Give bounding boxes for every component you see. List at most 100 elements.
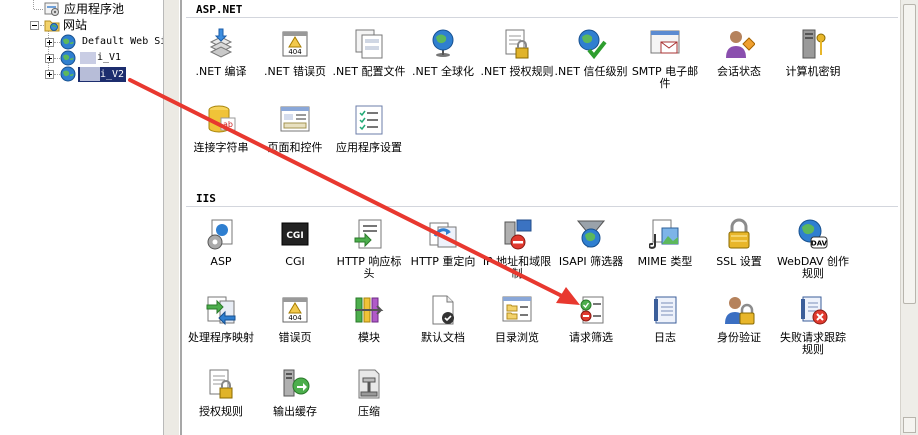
handler-mappings-icon bbox=[206, 296, 236, 326]
svg-text:404: 404 bbox=[288, 48, 302, 56]
trust-levels-icon bbox=[578, 29, 607, 60]
feature-webdav-authoring-rules[interactable]: DAV WebDAV 创作规则 bbox=[776, 218, 850, 288]
feature-ssl-settings[interactable]: SSL 设置 bbox=[702, 218, 776, 288]
profile-icon bbox=[355, 29, 383, 59]
feature-label: 请求筛选 bbox=[569, 331, 613, 344]
tree-connector bbox=[34, 9, 43, 10]
feature-session-state[interactable]: 会话状态 bbox=[702, 28, 776, 98]
scroll-down-button[interactable] bbox=[903, 417, 916, 433]
tree-label-sites: 网站 bbox=[63, 18, 88, 32]
feature-net-profile[interactable]: .NET 配置文件 bbox=[332, 28, 406, 98]
feature-label: 会话状态 bbox=[717, 65, 761, 78]
tree-item-site-v1[interactable]: i_V1 bbox=[60, 50, 121, 66]
group-divider bbox=[186, 206, 898, 207]
feature-connection-strings[interactable]: ab 连接字符串 bbox=[184, 104, 258, 174]
feature-label: HTTP 重定向 bbox=[410, 255, 476, 268]
asp-icon bbox=[207, 219, 233, 250]
redacted-name bbox=[80, 52, 96, 64]
feature-machine-key[interactable]: 计算机密钥 bbox=[776, 28, 850, 98]
feature-modules[interactable]: 模块 bbox=[332, 294, 406, 364]
logging-icon bbox=[654, 296, 677, 324]
feature-label: .NET 信任级别 bbox=[554, 65, 628, 78]
session-state-icon bbox=[726, 31, 755, 58]
tree-item-sites[interactable]: 网站 bbox=[44, 17, 87, 33]
feature-error-pages[interactable]: 404 错误页 bbox=[258, 294, 332, 364]
tree-item-default-web-site[interactable]: Default Web Si bbox=[60, 34, 163, 50]
group-header-aspnet[interactable]: ASP.NET bbox=[182, 0, 900, 20]
isapi-filters-icon bbox=[576, 220, 606, 248]
feature-label: 处理程序映射 bbox=[188, 331, 254, 344]
feature-label: 日志 bbox=[654, 331, 676, 344]
feature-label: 默认文档 bbox=[421, 331, 465, 344]
collapse-sites-button[interactable] bbox=[30, 21, 39, 30]
feature-label: ISAPI 筛选器 bbox=[558, 255, 624, 268]
scrollbar-thumb[interactable] bbox=[903, 4, 916, 304]
vertical-scrollbar[interactable] bbox=[900, 0, 918, 435]
default-document-icon bbox=[432, 295, 454, 325]
feature-label: 模块 bbox=[358, 331, 380, 344]
features-view: ASP.NET .NET 编译 404 .NET 错误页 .NET 配置文件 .… bbox=[182, 0, 900, 435]
feature-net-globalization[interactable]: .NET 全球化 bbox=[406, 28, 480, 98]
connection-strings-icon: ab bbox=[208, 105, 236, 133]
site-tree[interactable]: 应用程序池 网站 Default Web Si i_V1 i_V2 bbox=[0, 0, 163, 435]
expand-site2-button[interactable] bbox=[45, 54, 54, 63]
feature-isapi-filters[interactable]: ISAPI 筛选器 bbox=[554, 218, 628, 288]
svg-text:404: 404 bbox=[288, 314, 302, 322]
feature-label: 页面和控件 bbox=[267, 141, 323, 154]
expand-site3-button[interactable] bbox=[45, 70, 54, 79]
feature-label: SMTP 电子邮件 bbox=[631, 65, 699, 90]
feature-mime-types[interactable]: MIME 类型 bbox=[628, 218, 702, 288]
feature-ip-domain-restrictions[interactable]: IP 地址和域限制 bbox=[480, 218, 554, 288]
feature-label: .NET 配置文件 bbox=[332, 65, 406, 78]
feature-net-authorization-rules[interactable]: .NET 授权规则 bbox=[480, 28, 554, 98]
group-header-iis[interactable]: IIS bbox=[182, 189, 900, 209]
feature-smtp-email[interactable]: SMTP 电子邮件 bbox=[628, 28, 702, 98]
feature-directory-browsing[interactable]: 目录浏览 bbox=[480, 294, 554, 364]
feature-label: IP 地址和域限制 bbox=[482, 255, 552, 280]
feature-authorization-rules[interactable]: 授权规则 bbox=[184, 368, 258, 435]
feature-app-settings[interactable]: 应用程序设置 bbox=[332, 104, 406, 174]
feature-request-filtering[interactable]: 请求筛选 bbox=[554, 294, 628, 364]
feature-handler-mappings[interactable]: 处理程序映射 bbox=[184, 294, 258, 364]
feature-default-document[interactable]: 默认文档 bbox=[406, 294, 480, 364]
feature-label: 授权规则 bbox=[199, 405, 243, 418]
feature-net-error-pages[interactable]: 404 .NET 错误页 bbox=[258, 28, 332, 98]
feature-output-caching[interactable]: 输出缓存 bbox=[258, 368, 332, 435]
net-compilation-icon bbox=[209, 28, 233, 58]
http-response-headers-icon bbox=[354, 219, 382, 249]
expand-site1-button[interactable] bbox=[45, 38, 54, 47]
feature-net-compilation[interactable]: .NET 编译 bbox=[184, 28, 258, 98]
feature-label: .NET 授权规则 bbox=[480, 65, 554, 78]
feature-label: SSL 设置 bbox=[716, 255, 762, 268]
feature-authentication[interactable]: 身份验证 bbox=[702, 294, 776, 364]
error-page-icon: 404 bbox=[282, 31, 308, 57]
feature-pages-controls[interactable]: 页面和控件 bbox=[258, 104, 332, 174]
feature-compression[interactable]: 压缩 bbox=[332, 368, 406, 435]
globe-icon bbox=[60, 66, 76, 82]
feature-logging[interactable]: 日志 bbox=[628, 294, 702, 364]
feature-label: MIME 类型 bbox=[637, 255, 693, 268]
tree-item-app-pools[interactable]: 应用程序池 bbox=[44, 1, 124, 17]
tree-item-site-v2[interactable]: i_V2 bbox=[60, 66, 127, 82]
tree-label-site1: Default Web Si bbox=[82, 36, 163, 47]
authorization-rules-icon bbox=[209, 369, 233, 399]
pane-splitter[interactable] bbox=[163, 0, 179, 435]
feature-http-response-headers[interactable]: HTTP 响应标头 bbox=[332, 218, 406, 288]
feature-label: .NET 全球化 bbox=[412, 65, 474, 78]
webdav-icon: DAV bbox=[798, 219, 828, 249]
feature-label: 计算机密钥 bbox=[785, 65, 841, 78]
pages-controls-icon bbox=[280, 106, 310, 132]
authorization-rules-icon bbox=[505, 29, 529, 59]
feature-cgi[interactable]: CGI CGI bbox=[258, 218, 332, 288]
feature-label: 错误页 bbox=[278, 331, 312, 344]
http-redirect-icon bbox=[429, 222, 457, 248]
feature-net-trust-levels[interactable]: .NET 信任级别 bbox=[554, 28, 628, 98]
feature-asp[interactable]: ASP bbox=[184, 218, 258, 288]
feature-http-redirect[interactable]: HTTP 重定向 bbox=[406, 218, 480, 288]
feature-label: 身份验证 bbox=[717, 331, 761, 344]
feature-failed-request-tracing[interactable]: 失败请求跟踪规则 bbox=[776, 294, 850, 364]
feature-label: 连接字符串 bbox=[193, 141, 249, 154]
app-pool-icon bbox=[44, 2, 59, 16]
globe-icon bbox=[60, 50, 76, 66]
padlock-icon bbox=[728, 218, 750, 249]
